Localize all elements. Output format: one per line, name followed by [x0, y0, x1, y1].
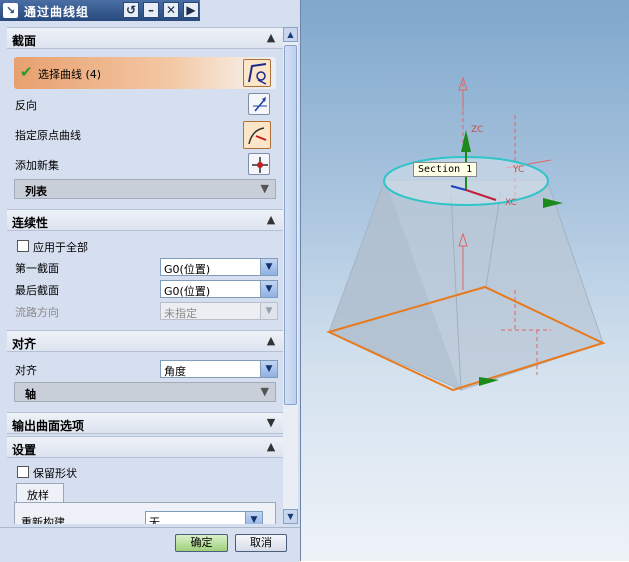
through-curves-dialog: ↘ 通过曲线组 ↺ – ✕ ▶ 截面 ▲ ✔ 选择曲线 (4) 反向 指定原点曲…	[0, 0, 301, 562]
axis-toggle[interactable]: 轴 ▼	[14, 382, 276, 402]
curve-select-icon	[248, 63, 267, 85]
tab-loft[interactable]: 放样	[16, 483, 64, 503]
dropdown-arrow-icon[interactable]: ▼	[260, 361, 277, 377]
rebuild-select[interactable]: 无 ▼	[145, 511, 263, 524]
cancel-button[interactable]: 取消	[235, 534, 287, 552]
select-curve-label: 选择曲线 (4)	[38, 68, 102, 81]
chevron-down-icon[interactable]: ▼	[263, 415, 279, 431]
flow-direction-value: 未指定	[164, 307, 197, 320]
origin-curve-button[interactable]	[243, 121, 271, 149]
reset-icon[interactable]: ↺	[123, 2, 139, 18]
align-select[interactable]: 角度 ▼	[160, 360, 278, 378]
rebuild-value: 无	[149, 516, 160, 524]
dialog-scroll-area: 截面 ▲ ✔ 选择曲线 (4) 反向 指定原点曲线 添加新集 列表 ▼ 连续性 …	[7, 27, 283, 524]
apply-all-label: 应用于全部	[33, 241, 88, 254]
section-label: Section 1	[413, 162, 478, 177]
dialog-title: 通过曲线组	[24, 5, 90, 19]
graphics-viewport[interactable]: ZC YC XC Section 1	[301, 0, 629, 561]
section-group-title: 截面	[12, 34, 37, 48]
tab-loft-label: 放样	[27, 489, 49, 502]
add-new-set-button[interactable]	[248, 153, 270, 175]
scroll-up-icon[interactable]: ▲	[283, 27, 298, 42]
zc-axis-label: ZC	[471, 125, 483, 135]
dialog-scrollbar[interactable]: ▲ ▼	[283, 27, 298, 524]
dropdown-arrow-icon: ▼	[260, 303, 277, 319]
reverse-label: 反向	[15, 99, 37, 112]
select-curve-button[interactable]	[243, 59, 271, 87]
flow-direction-label: 流路方向	[15, 306, 59, 319]
output-group-title: 输出曲面选项	[12, 419, 85, 433]
ok-button[interactable]: 确定	[175, 534, 228, 552]
last-section-label: 最后截面	[15, 284, 59, 297]
keep-shape-label: 保留形状	[33, 467, 77, 480]
reverse-icon	[253, 97, 267, 112]
first-section-select[interactable]: G0(位置) ▼	[160, 258, 278, 276]
align-value: 角度	[164, 365, 186, 378]
dropdown-arrow-icon[interactable]: ▼	[260, 281, 277, 297]
section-list-toggle[interactable]: 列表 ▼	[14, 179, 276, 199]
chevron-down-icon: ▼	[260, 182, 269, 195]
chevron-up-icon[interactable]: ▲	[263, 439, 279, 455]
axis-label: 轴	[25, 388, 36, 401]
chevron-up-icon[interactable]: ▲	[263, 30, 279, 46]
dialog-titlebar[interactable]: ↘ 通过曲线组 ↺ – ✕ ▶	[0, 0, 200, 21]
scroll-down-icon[interactable]: ▼	[283, 509, 298, 524]
continuity-group-title: 连续性	[12, 216, 49, 230]
continuity-group-header[interactable]: 连续性 ▲	[7, 209, 283, 231]
close-icon[interactable]: ✕	[163, 2, 179, 18]
reverse-direction-button[interactable]	[248, 93, 270, 115]
xc-axis-label: XC	[505, 198, 517, 208]
section-group-header[interactable]: 截面 ▲	[7, 27, 283, 49]
dropdown-arrow-icon[interactable]: ▼	[260, 259, 277, 275]
alignment-group-header[interactable]: 对齐 ▲	[7, 330, 283, 352]
alignment-group-title: 对齐	[12, 337, 37, 351]
yc-axis-label: YC	[512, 165, 524, 175]
settings-group-title: 设置	[12, 443, 37, 457]
apply-all-checkbox[interactable]	[17, 240, 29, 252]
dropdown-arrow-icon[interactable]: ▼	[245, 512, 262, 524]
first-section-value: G0(位置)	[164, 263, 211, 276]
settings-group-header[interactable]: 设置 ▲	[7, 436, 283, 458]
align-label: 对齐	[15, 364, 37, 377]
chevron-up-icon[interactable]: ▲	[263, 333, 279, 349]
keep-shape-checkbox[interactable]	[17, 466, 29, 478]
last-section-select[interactable]: G0(位置) ▼	[160, 280, 278, 298]
dialog-button-bar: 确定 取消	[0, 527, 300, 562]
add-new-set-label: 添加新集	[15, 159, 59, 172]
output-group-header[interactable]: 输出曲面选项 ▼	[7, 412, 283, 434]
scrollbar-thumb[interactable]	[284, 45, 297, 405]
origin-curve-icon	[248, 127, 267, 145]
expand-icon[interactable]: ▶	[183, 2, 199, 18]
section-list-label: 列表	[25, 185, 47, 198]
loft-model: ZC YC XC	[326, 76, 606, 392]
check-icon: ✔	[20, 63, 33, 81]
rebuild-label: 重新构建	[21, 516, 65, 524]
origin-curve-label: 指定原点曲线	[15, 129, 81, 142]
flow-direction-select: 未指定 ▼	[160, 302, 278, 320]
last-section-value: G0(位置)	[164, 285, 211, 298]
minimize-icon[interactable]: –	[143, 2, 159, 18]
chevron-up-icon[interactable]: ▲	[263, 212, 279, 228]
add-set-icon	[252, 157, 268, 173]
select-curve-row[interactable]: ✔ 选择曲线 (4)	[14, 57, 276, 89]
dialog-app-icon: ↘	[3, 3, 18, 18]
first-section-label: 第一截面	[15, 262, 59, 275]
chevron-down-icon: ▼	[260, 385, 269, 398]
